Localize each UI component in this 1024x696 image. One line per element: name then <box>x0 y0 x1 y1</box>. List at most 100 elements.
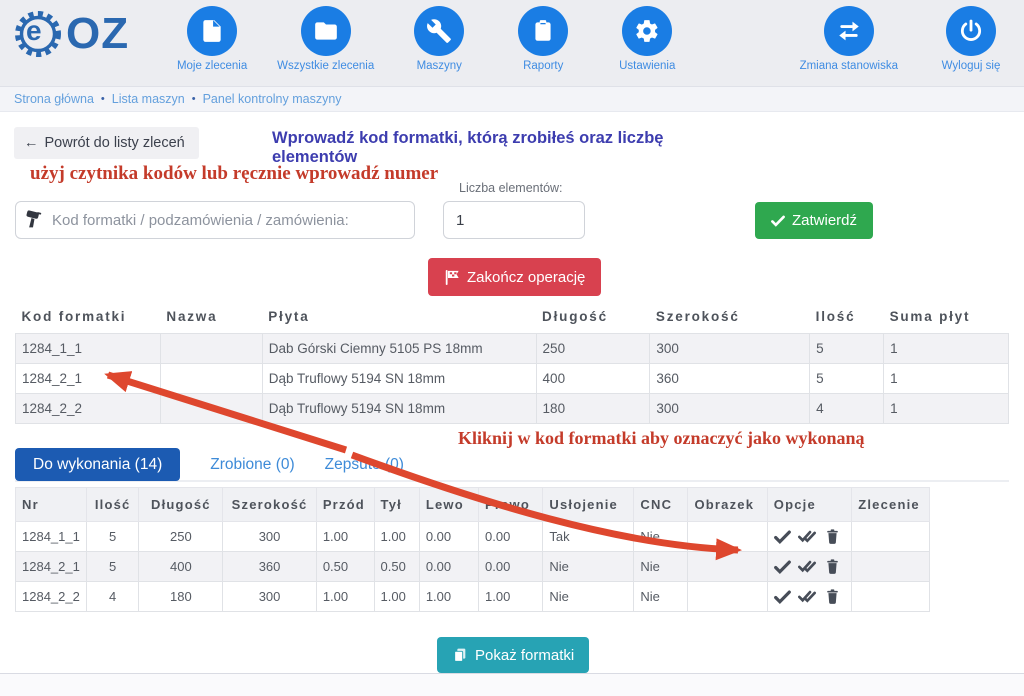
nazwa-cell <box>160 364 262 394</box>
app-logo[interactable]: e OZ <box>12 8 129 60</box>
checkered-flag-icon <box>444 269 460 286</box>
col-obrazek: Obrazek <box>688 488 767 522</box>
dlugosc-cell: 180 <box>139 582 223 612</box>
finish-operation-label: Zakończ operację <box>467 269 585 286</box>
zlecenie-cell <box>852 522 930 552</box>
logo-letter-e: e <box>26 15 42 47</box>
nav-item-ustawienia[interactable]: Ustawienia <box>608 6 686 72</box>
nav-item-wyloguj[interactable]: Wyloguj się <box>932 6 1010 72</box>
table-row: 1284_2_1 Dąb Truflowy 5194 SN 18mm 400 3… <box>16 364 1009 394</box>
logo-gear-icon: e <box>12 8 64 60</box>
kod-formatki-cell[interactable]: 1284_2_2 <box>16 394 161 424</box>
confirm-button[interactable]: Zatwierdź <box>755 202 873 239</box>
nav-item-maszyny[interactable]: Maszyny <box>400 6 478 72</box>
tyl-cell: 0.50 <box>374 552 419 582</box>
quantity-input[interactable] <box>443 201 585 239</box>
delete-trash-icon[interactable] <box>825 558 840 575</box>
breadcrumb-separator: • <box>101 93 105 105</box>
mark-done-check-icon[interactable] <box>774 590 791 604</box>
nav-label: Maszyny <box>417 60 462 72</box>
breadcrumb-machine-list[interactable]: Lista maszyn <box>112 92 185 106</box>
delete-trash-icon[interactable] <box>825 528 840 545</box>
delete-trash-icon[interactable] <box>825 588 840 605</box>
tab-zepsute[interactable]: Zepsute (0) <box>325 456 404 474</box>
file-icon <box>187 6 237 56</box>
cnc-cell: Nie <box>634 582 688 612</box>
plyta-cell: Dąb Truflowy 5194 SN 18mm <box>262 394 536 424</box>
szerokosc-cell: 360 <box>223 552 317 582</box>
suma-plyt-cell: 1 <box>884 364 1009 394</box>
nav-label: Wszystkie zlecenia <box>277 60 374 72</box>
mark-done-check-icon[interactable] <box>774 560 791 574</box>
szerokosc-cell: 300 <box>650 394 810 424</box>
nazwa-cell <box>160 394 262 424</box>
breadcrumb-control-panel[interactable]: Panel kontrolny maszyny <box>203 92 342 106</box>
code-input-wrap <box>15 201 415 239</box>
opcje-cell <box>767 522 851 552</box>
mark-all-done-double-check-icon[interactable] <box>798 559 818 574</box>
uslojenie-cell: Tak <box>543 522 634 552</box>
uslojenie-cell: Nie <box>543 552 634 582</box>
dlugosc-cell: 250 <box>139 522 223 552</box>
col-ilosc: Ilość <box>86 488 139 522</box>
col-kod-formatki: Kod formatki <box>16 300 161 334</box>
breadcrumb: Strona główna • Lista maszyn • Panel kon… <box>0 86 1024 112</box>
tyl-cell: 1.00 <box>374 522 419 552</box>
nazwa-cell <box>160 334 262 364</box>
clipboard-icon <box>518 6 568 56</box>
nav-label: Zmiana stanowiska <box>800 60 898 72</box>
nr-cell: 1284_1_1 <box>16 522 87 552</box>
footer-divider <box>0 673 1024 696</box>
mark-all-done-double-check-icon[interactable] <box>798 529 818 544</box>
szerokosc-cell: 300 <box>223 522 317 552</box>
mark-all-done-double-check-icon[interactable] <box>798 589 818 604</box>
col-przod: Przód <box>316 488 374 522</box>
kod-formatki-cell[interactable]: 1284_1_1 <box>16 334 161 364</box>
plyta-cell: Dąb Truflowy 5194 SN 18mm <box>262 364 536 394</box>
dlugosc-cell: 250 <box>536 334 650 364</box>
nav-label: Wyloguj się <box>942 60 1001 72</box>
status-tabs: Do wykonania (14) Zrobione (0) Zepsute (… <box>15 449 1009 482</box>
breadcrumb-home[interactable]: Strona główna <box>14 92 94 106</box>
szerokosc-cell: 300 <box>223 582 317 612</box>
table-row: 1284_1_1 Dab Górski Ciemny 5105 PS 18mm … <box>16 334 1009 364</box>
cnc-cell: Nie <box>634 522 688 552</box>
back-to-orders-button[interactable]: ← Powrót do listy zleceń <box>14 127 199 159</box>
check-icon <box>771 215 785 227</box>
confirm-button-label: Zatwierdź <box>792 212 857 229</box>
prawo-cell: 1.00 <box>479 582 543 612</box>
uslojenie-cell: Nie <box>543 582 634 612</box>
lewo-cell: 1.00 <box>419 582 478 612</box>
scanner-hint-text: użyj czytnika kodów lub ręcznie wprowadź… <box>30 163 438 185</box>
col-lewo: Lewo <box>419 488 478 522</box>
przod-cell: 0.50 <box>316 552 374 582</box>
col-nr: Nr <box>16 488 87 522</box>
zlecenie-cell <box>852 552 930 582</box>
table-row: 1284_2_2 Dąb Truflowy 5194 SN 18mm 180 3… <box>16 394 1009 424</box>
opcje-cell <box>767 552 851 582</box>
kod-formatki-cell[interactable]: 1284_2_1 <box>16 364 161 394</box>
col-szerokosc: Szerokość <box>650 300 810 334</box>
prawo-cell: 0.00 <box>479 552 543 582</box>
nav-item-moje-zlecenia[interactable]: Moje zlecenia <box>173 6 251 72</box>
nav-item-raporty[interactable]: Raporty <box>504 6 582 72</box>
nav-label: Moje zlecenia <box>177 60 247 72</box>
formatka-detail-table: Nr Ilość Długość Szerokość Przód Tył Lew… <box>15 487 930 612</box>
back-arrow-icon: ← <box>24 135 39 151</box>
nav-item-wszystkie-zlecenia[interactable]: Wszystkie zlecenia <box>277 6 374 72</box>
app-header: e OZ Moje zlecenia Wszystkie zlecenia <box>0 0 1024 86</box>
tab-do-wykonania[interactable]: Do wykonania (14) <box>15 448 180 481</box>
nav-item-zmiana-stanowiska[interactable]: Zmiana stanowiska <box>800 6 898 72</box>
table-row: 1284_2_2 4 180 300 1.00 1.00 1.00 1.00 N… <box>16 582 930 612</box>
mark-done-check-icon[interactable] <box>774 530 791 544</box>
code-input[interactable] <box>15 201 415 239</box>
col-ilosc: Ilość <box>810 300 884 334</box>
suma-plyt-cell: 1 <box>884 394 1009 424</box>
show-formatki-button[interactable]: Pokaż formatki <box>437 637 589 673</box>
col-plyta: Płyta <box>262 300 536 334</box>
opcje-cell <box>767 582 851 612</box>
col-uslojenie: Usłojenie <box>543 488 634 522</box>
tab-zrobione[interactable]: Zrobione (0) <box>210 456 294 474</box>
finish-operation-button[interactable]: Zakończ operację <box>428 258 601 296</box>
col-tyl: Tył <box>374 488 419 522</box>
